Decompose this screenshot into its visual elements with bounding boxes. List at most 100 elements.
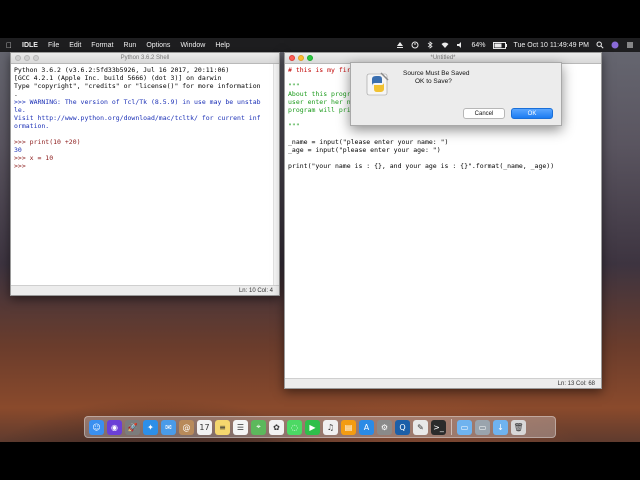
shell-line: Python 3.6.2 (v3.6.2:5fd33b5926, Jul 16 … (14, 66, 230, 74)
folder-glyph: ▭ (460, 422, 469, 432)
shell-text-area[interactable]: Python 3.6.2 (v3.6.2:5fd33b5926, Jul 16 … (14, 66, 276, 170)
battery-percent[interactable]: 64% (471, 42, 485, 49)
siri-menu-icon[interactable] (611, 41, 619, 49)
terminal-icon[interactable]: >_ (431, 419, 446, 435)
reminders-glyph: ☰ (236, 422, 245, 432)
maps-icon[interactable]: ⌖ (251, 419, 266, 435)
spotlight-icon[interactable] (596, 41, 604, 49)
dock: ☺ ◉ 🚀 ✦ ✉ @17 ≡ ☰ ⌖ ✿ ◌ ▶ ♫ ▤ A ⚙ Q ✎ >_ ▭ ▭ ↓ 🗑 (84, 416, 556, 438)
volume-icon[interactable] (456, 41, 464, 49)
safari-icon[interactable]: ✦ (143, 419, 158, 435)
menu-edit[interactable]: Edit (69, 42, 81, 49)
letterbox-bottom (0, 442, 640, 480)
ibooks-icon[interactable]: ▤ (341, 419, 356, 435)
shell-title: Python 3.6.2 Shell (120, 55, 170, 61)
minimize-button[interactable] (24, 55, 30, 61)
eject-icon[interactable] (396, 41, 404, 49)
contacts-icon[interactable]: @ (179, 419, 194, 435)
menu-app-idle[interactable]: IDLE (22, 42, 38, 49)
reminders-icon[interactable]: ☰ (233, 419, 248, 435)
shell-line: . (14, 90, 18, 98)
screenshot-icon[interactable]: ▭ (475, 419, 490, 435)
menu-file[interactable]: File (48, 42, 59, 49)
menu-help[interactable]: Help (215, 42, 229, 49)
idle-glyph: ✎ (417, 422, 424, 432)
python-launcher-icon (366, 72, 389, 96)
shell-line: >>> (14, 162, 30, 170)
notes-glyph: ≡ (219, 422, 226, 432)
editor-cursor-position: Ln: 13 Col: 68 (557, 381, 595, 387)
calendar-glyph: 17 (199, 422, 210, 432)
wifi-icon[interactable] (441, 41, 449, 49)
siri-icon[interactable]: ◉ (107, 419, 122, 435)
photos-icon[interactable]: ✿ (269, 419, 284, 435)
apple-icon[interactable]:  (4, 41, 14, 50)
close-button[interactable] (15, 55, 21, 61)
idle-icon[interactable]: ✎ (413, 419, 428, 435)
shell-line: Visit http://www.python.org/download/mac… (14, 114, 261, 122)
screenshot-glyph: ▭ (478, 422, 487, 432)
menu-options[interactable]: Options (146, 42, 170, 49)
appstore-icon[interactable]: A (359, 419, 374, 435)
photos-glyph: ✿ (273, 422, 280, 432)
messages-icon[interactable]: ◌ (287, 419, 302, 435)
trash-glyph: 🗑 (513, 422, 524, 432)
shell-line: le. (14, 106, 26, 114)
launchpad-glyph: 🚀 (127, 422, 138, 432)
launchpad-icon[interactable]: 🚀 (125, 419, 140, 435)
quicktime-glyph: Q (399, 422, 406, 432)
cancel-button[interactable]: Cancel (463, 108, 505, 119)
save-dialog: Source Must Be Saved OK to Save? Cancel … (350, 62, 562, 126)
maximize-button[interactable] (33, 55, 39, 61)
shell-scrollbar[interactable] (273, 64, 279, 285)
timemachine-icon[interactable] (411, 41, 419, 49)
dialog-message: OK to Save? (415, 78, 452, 85)
mail-icon[interactable]: ✉ (161, 419, 176, 435)
preferences-icon[interactable]: ⚙ (377, 419, 392, 435)
appstore-glyph: A (363, 422, 370, 432)
ok-button[interactable]: OK (511, 108, 553, 119)
siri-glyph: ◉ (111, 422, 118, 432)
editor-status-bar: Ln: 13 Col: 68 (285, 378, 601, 388)
quicktime-icon[interactable]: Q (395, 419, 410, 435)
contacts-glyph: @ (182, 422, 191, 432)
finder-glyph: ☺ (92, 422, 101, 432)
shell-line: ormation. (14, 122, 50, 130)
downloads-icon[interactable]: ↓ (493, 419, 508, 435)
shell-line: >>> print(10 +20) (14, 138, 81, 146)
bluetooth-icon[interactable] (426, 41, 434, 49)
menu-run[interactable]: Run (123, 42, 136, 49)
code-line: print("your name is : {}, and your age i… (288, 162, 555, 170)
notes-icon[interactable]: ≡ (215, 419, 230, 435)
itunes-icon[interactable]: ♫ (323, 419, 338, 435)
dock-separator (451, 419, 452, 435)
calendar-icon[interactable]: 17 (197, 419, 212, 435)
code-line: _name = input("please enter your name: "… (288, 138, 449, 146)
minimize-button[interactable] (298, 55, 304, 61)
terminal-glyph: >_ (433, 422, 444, 432)
letterbox-top (0, 0, 640, 38)
battery-icon[interactable] (492, 41, 507, 49)
menubar-clock[interactable]: Tue Oct 10 11:49:49 PM (514, 42, 590, 49)
notification-center-icon[interactable] (626, 41, 634, 49)
shell-line: Type "copyright", "credits" or "license(… (14, 82, 261, 90)
finder-icon[interactable]: ☺ (89, 419, 104, 435)
folder-icon[interactable]: ▭ (457, 419, 472, 435)
ibooks-glyph: ▤ (344, 422, 353, 432)
trash-icon[interactable]: 🗑 (511, 419, 526, 435)
facetime-icon[interactable]: ▶ (305, 419, 320, 435)
preferences-glyph: ⚙ (380, 422, 389, 432)
mail-glyph: ✉ (165, 422, 172, 432)
safari-glyph: ✦ (147, 422, 154, 432)
shell-titlebar[interactable]: Python 3.6.2 Shell (11, 53, 279, 64)
shell-line: >>> x = 10 (14, 154, 54, 162)
code-line: _age = input("please enter your age: ") (288, 146, 441, 154)
menu-window[interactable]: Window (180, 42, 205, 49)
maximize-button[interactable] (307, 55, 313, 61)
menu-format[interactable]: Format (91, 42, 113, 49)
close-button[interactable] (289, 55, 295, 61)
shell-line: [GCC 4.2.1 (Apple Inc. build 5666) (dot … (14, 74, 222, 82)
shell-line: 30 (14, 146, 22, 154)
